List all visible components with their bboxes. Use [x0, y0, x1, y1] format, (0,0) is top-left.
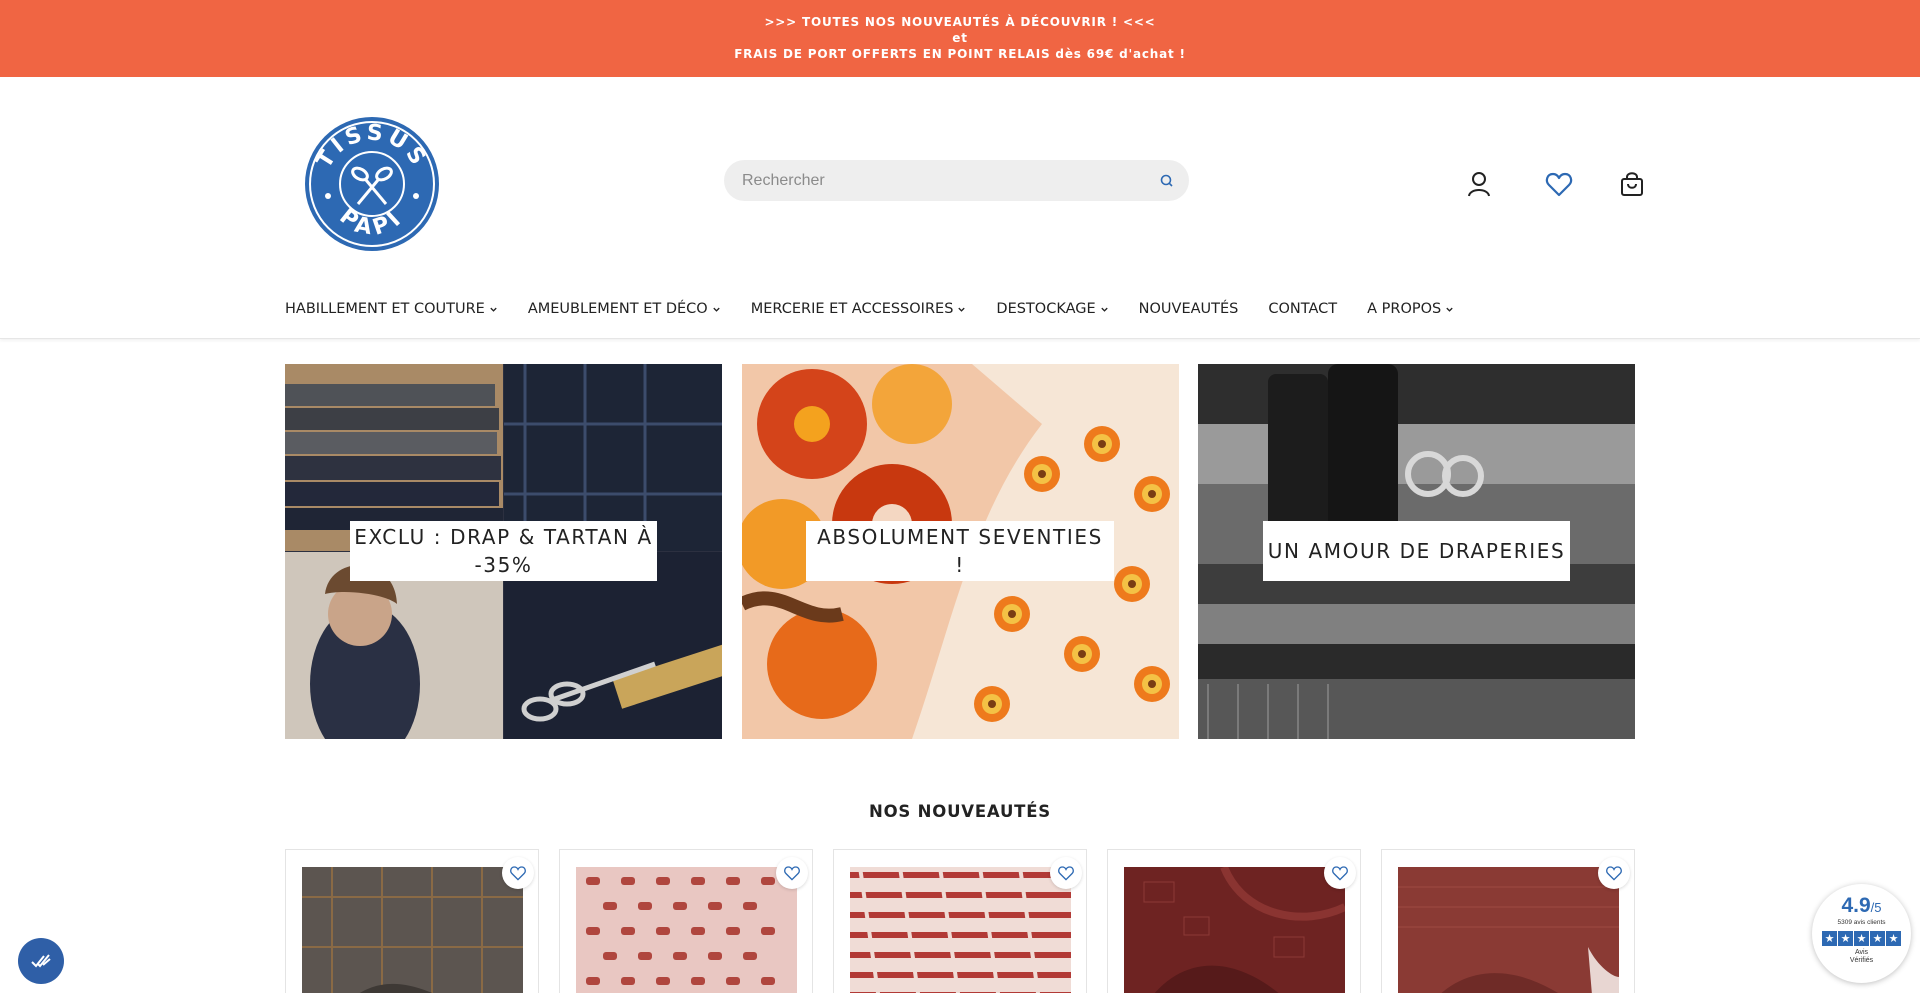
announcement-line-2: et	[952, 31, 968, 45]
announcement-line-1: >>> TOUTES NOS NOUVEAUTÉS À DÉCOUVRIR ! …	[764, 15, 1156, 29]
banner-label: EXCLU : DRAP & TARTAN À -35%	[350, 521, 657, 581]
search-icon[interactable]	[1157, 171, 1177, 191]
nav-item-ameublement[interactable]: AMEUBLEMENT ET DÉCO	[528, 301, 721, 317]
search-input[interactable]	[742, 160, 1142, 201]
wishlist-button[interactable]	[1324, 857, 1356, 889]
wishlist-button[interactable]	[776, 857, 808, 889]
promo-banner-drap-tartan[interactable]: EXCLU : DRAP & TARTAN À -35%	[285, 364, 722, 739]
wishlist-button[interactable]	[502, 857, 534, 889]
chevron-down-icon	[713, 307, 720, 312]
review-count: 5309 avis clients	[1837, 919, 1886, 926]
promo-banner-seventies[interactable]: ABSOLUMENT SEVENTIES !	[742, 364, 1179, 739]
nav-item-contact[interactable]: CONTACT	[1268, 301, 1337, 317]
nav-item-label: HABILLEMENT ET COUTURE	[285, 301, 485, 317]
star-rating: ★ ★ ★ ★ ★	[1812, 931, 1911, 946]
wishlist-button[interactable]	[1598, 857, 1630, 889]
star-icon: ★	[1822, 931, 1837, 946]
reviews-badge[interactable]: 4.9/5 5309 avis clients ★ ★ ★ ★ ★ Avis Vérif…	[1812, 884, 1911, 983]
star-icon: ★	[1870, 931, 1885, 946]
nav-item-label: A PROPOS	[1367, 301, 1442, 317]
avis-verifies-logo: Avis Vérifiés	[1812, 949, 1911, 965]
nav-item-mercerie[interactable]: MERCERIE ET ACCESSOIRES	[751, 301, 967, 317]
nav-item-habillement[interactable]: HABILLEMENT ET COUTURE	[285, 301, 498, 317]
rating-score: 4.9	[1841, 894, 1871, 917]
product-image	[1398, 867, 1619, 993]
heart-icon	[1332, 866, 1348, 881]
nav-item-label: DESTOCKAGE	[996, 301, 1096, 317]
product-image	[576, 867, 797, 993]
heart-icon	[1606, 866, 1622, 881]
nav-item-nouveautes[interactable]: NOUVEAUTÉS	[1139, 301, 1239, 317]
announcement-line-3: FRAIS DE PORT OFFERTS EN POINT RELAIS dè…	[734, 47, 1186, 61]
chevron-down-icon	[1100, 307, 1108, 312]
nav-item-label: MERCERIE ET ACCESSOIRES	[750, 301, 954, 317]
product-card[interactable]	[559, 849, 813, 993]
star-icon: ★	[1854, 931, 1869, 946]
cart-icon[interactable]	[1617, 169, 1647, 199]
chevron-down-icon	[1446, 307, 1453, 312]
product-card[interactable]	[285, 849, 539, 993]
heart-icon	[1058, 866, 1074, 881]
search-bar	[724, 160, 1189, 201]
promo-banner-draperies[interactable]: UN AMOUR DE DRAPERIES	[1198, 364, 1635, 739]
brand-line-2: Vérifiés	[1849, 957, 1874, 964]
rating-score-line: 4.9/5	[1812, 894, 1911, 918]
new-arrivals-title: NOS NOUVEAUTÉS	[868, 802, 1051, 821]
account-icon[interactable]	[1464, 169, 1494, 199]
nav-item-label: NOUVEAUTÉS	[1138, 301, 1239, 317]
product-image	[850, 867, 1071, 993]
nav-item-destockage[interactable]: DESTOCKAGE	[996, 301, 1108, 317]
cookie-consent-button[interactable]	[18, 938, 64, 984]
rating-scale: /5	[1870, 900, 1882, 915]
nav-item-a-propos[interactable]: A PROPOS	[1367, 301, 1454, 317]
site-header: TISSUS PAPI HABILLEMENT ET C	[0, 77, 1920, 339]
tissus-papi-logo[interactable]: TISSUS PAPI	[304, 116, 440, 252]
nav-item-label: AMEUBLEMENT ET DÉCO	[527, 301, 708, 317]
product-card[interactable]	[1381, 849, 1635, 993]
chevron-down-icon	[490, 307, 497, 312]
checkmarks-icon	[31, 954, 51, 968]
product-image	[302, 867, 523, 993]
main-nav: HABILLEMENT ET COUTURE AMEUBLEMENT ET DÉ…	[285, 299, 1484, 319]
nav-item-label: CONTACT	[1268, 301, 1338, 317]
chevron-down-icon	[958, 307, 966, 312]
banner-label: ABSOLUMENT SEVENTIES !	[806, 521, 1114, 581]
banner-label: UN AMOUR DE DRAPERIES	[1263, 521, 1570, 581]
heart-icon	[510, 866, 526, 881]
star-icon: ★	[1886, 931, 1901, 946]
product-card[interactable]	[1107, 849, 1361, 993]
heart-icon	[784, 866, 800, 881]
wishlist-button[interactable]	[1050, 857, 1082, 889]
announcement-bar: >>> TOUTES NOS NOUVEAUTÉS À DÉCOUVRIR ! …	[0, 0, 1920, 77]
product-image	[1124, 867, 1345, 993]
product-card[interactable]	[833, 849, 1087, 993]
brand-line-1: Avis	[1854, 949, 1869, 956]
heart-icon[interactable]	[1544, 169, 1574, 199]
star-icon: ★	[1838, 931, 1853, 946]
